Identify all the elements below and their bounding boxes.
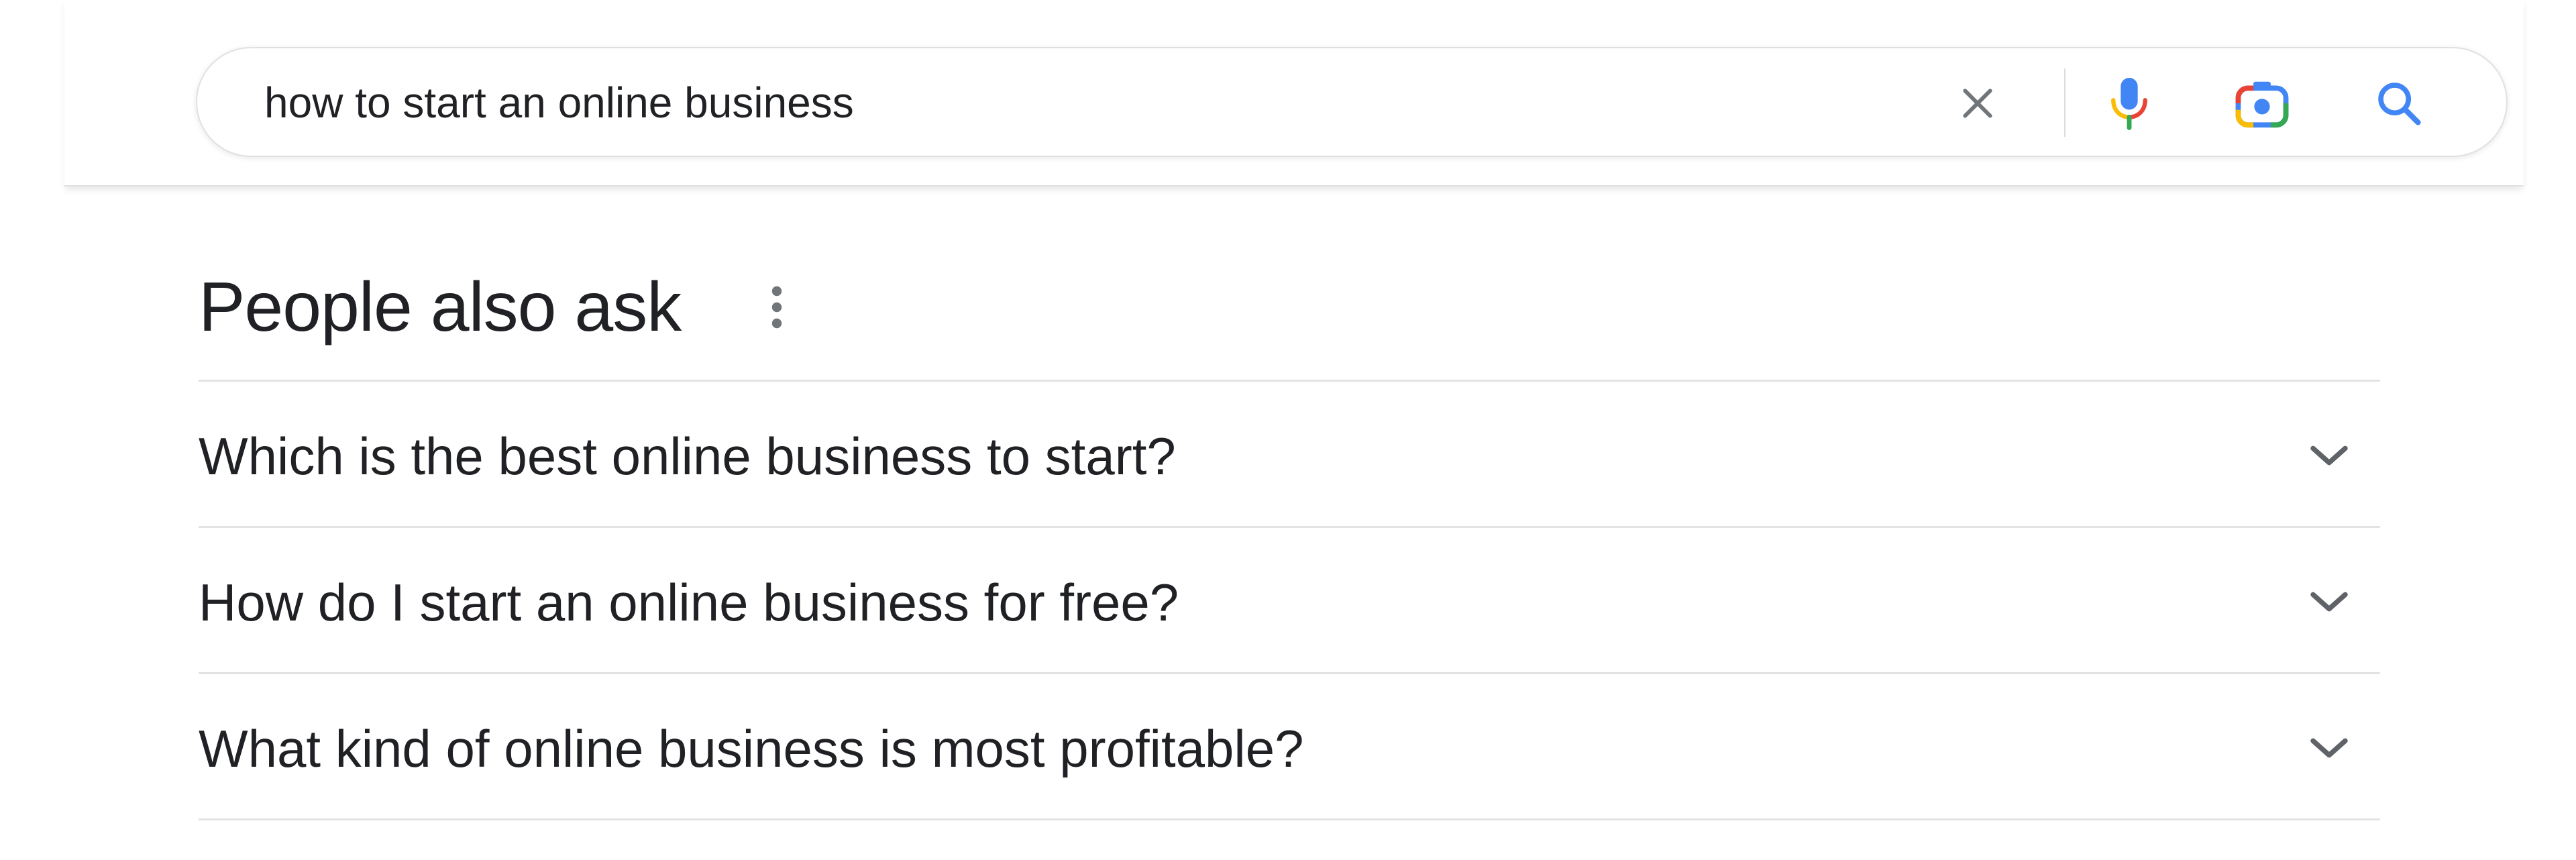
search-input[interactable]: [264, 72, 1928, 133]
search-submit-button[interactable]: [2371, 75, 2427, 131]
chevron-down-icon[interactable]: [2302, 721, 2356, 775]
paa-question-text: Which is the best online business to sta…: [199, 427, 1176, 486]
search-header: [64, 0, 2524, 186]
more-vert-icon: [771, 286, 782, 329]
microphone-icon: [2111, 78, 2147, 130]
search-box-divider: [2064, 68, 2065, 137]
paa-question-item[interactable]: Which is the best online business to sta…: [199, 380, 2380, 526]
clear-search-button[interactable]: [1949, 75, 2006, 131]
chevron-down-icon[interactable]: [2302, 575, 2356, 629]
paa-question-item[interactable]: What kind of online business is most pro…: [199, 672, 2380, 820]
paa-question-text: What kind of online business is most pro…: [199, 719, 1304, 778]
people-also-ask-menu-button[interactable]: [757, 276, 797, 338]
search-icon: [2378, 83, 2421, 125]
search-results-page: People also ask Which is the best online…: [0, 0, 2576, 860]
paa-question-item[interactable]: How do I start an online business for fr…: [199, 526, 2380, 672]
search-box[interactable]: [196, 47, 2508, 157]
camera-lens-icon: [2235, 81, 2289, 128]
people-also-ask-title: People also ask: [199, 268, 682, 346]
close-icon: [1963, 89, 1992, 118]
people-also-ask-list: Which is the best online business to sta…: [199, 380, 2380, 820]
voice-search-button[interactable]: [2101, 75, 2157, 131]
paa-question-text: How do I start an online business for fr…: [199, 573, 1179, 632]
chevron-down-icon[interactable]: [2302, 429, 2356, 482]
search-by-image-button[interactable]: [2234, 75, 2290, 131]
